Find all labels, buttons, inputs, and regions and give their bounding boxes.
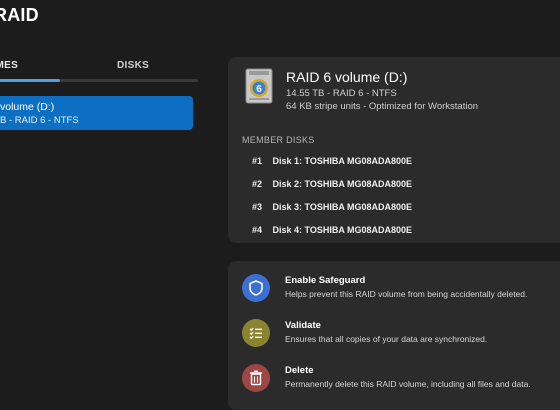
svg-text:6: 6 [256, 84, 262, 95]
delete-desc: Permanently delete this RAID volume, inc… [285, 379, 531, 389]
raid-drive-icon: 6 [245, 68, 273, 104]
validate-title: Validate [285, 320, 321, 331]
member-disk-label: Disk 1: TOSHIBA MG08ADA800E [272, 156, 413, 166]
member-disk-label: Disk 3: TOSHIBA MG08ADA800E [272, 202, 413, 212]
member-disk-row: #1 Disk 1: TOSHIBA MG08ADA800E [252, 156, 412, 166]
volume-summary: 14.55 TB - RAID 6 - NTFS [286, 88, 397, 99]
member-disk-row: #2 Disk 2: TOSHIBA MG08ADA800E [252, 179, 412, 189]
volume-list-item[interactable]: volume (D:) B - RAID 6 - NTFS [0, 96, 193, 130]
trash-icon [242, 364, 270, 392]
app-title: RAID [0, 5, 39, 25]
actions-card: Enable Safeguard Helps prevent this RAID… [228, 261, 560, 410]
member-disk-label: Disk 4: TOSHIBA MG08ADA800E [272, 225, 413, 235]
member-disk-row: #4 Disk 4: TOSHIBA MG08ADA800E [252, 225, 412, 235]
enable-safeguard-title: Enable Safeguard [285, 275, 366, 286]
volume-list-item-desc: B - RAID 6 - NTFS [0, 115, 79, 126]
tab-active-indicator [0, 79, 60, 82]
member-disk-number: #1 [252, 156, 263, 166]
member-disk-row: #3 Disk 3: TOSHIBA MG08ADA800E [252, 202, 412, 212]
enable-safeguard-button[interactable]: Enable Safeguard Helps prevent this RAID… [228, 266, 560, 310]
member-disks-heading: MEMBER DISKS [242, 135, 315, 145]
validate-desc: Ensures that all copies of your data are… [285, 334, 488, 344]
tab-volumes[interactable]: UMES [0, 60, 18, 71]
tab-disks[interactable]: DISKS [117, 60, 149, 71]
shield-icon [242, 274, 270, 302]
volume-details: 64 KB stripe units - Optimized for Works… [286, 101, 479, 112]
delete-title: Delete [285, 365, 314, 376]
member-disk-label: Disk 2: TOSHIBA MG08ADA800E [272, 179, 413, 189]
checklist-icon [242, 319, 270, 347]
volume-info-card: 6 RAID 6 volume (D:) 14.55 TB - RAID 6 -… [228, 57, 560, 243]
validate-button[interactable]: Validate Ensures that all copies of your… [228, 311, 560, 355]
member-disk-number: #4 [252, 225, 263, 235]
volume-title: RAID 6 volume (D:) [286, 69, 408, 85]
delete-button[interactable]: Delete Permanently delete this RAID volu… [228, 356, 560, 400]
member-disk-number: #3 [252, 202, 263, 212]
volume-list-item-name: volume (D:) [0, 101, 55, 113]
enable-safeguard-desc: Helps prevent this RAID volume from bein… [285, 289, 528, 299]
member-disk-number: #2 [252, 179, 263, 189]
